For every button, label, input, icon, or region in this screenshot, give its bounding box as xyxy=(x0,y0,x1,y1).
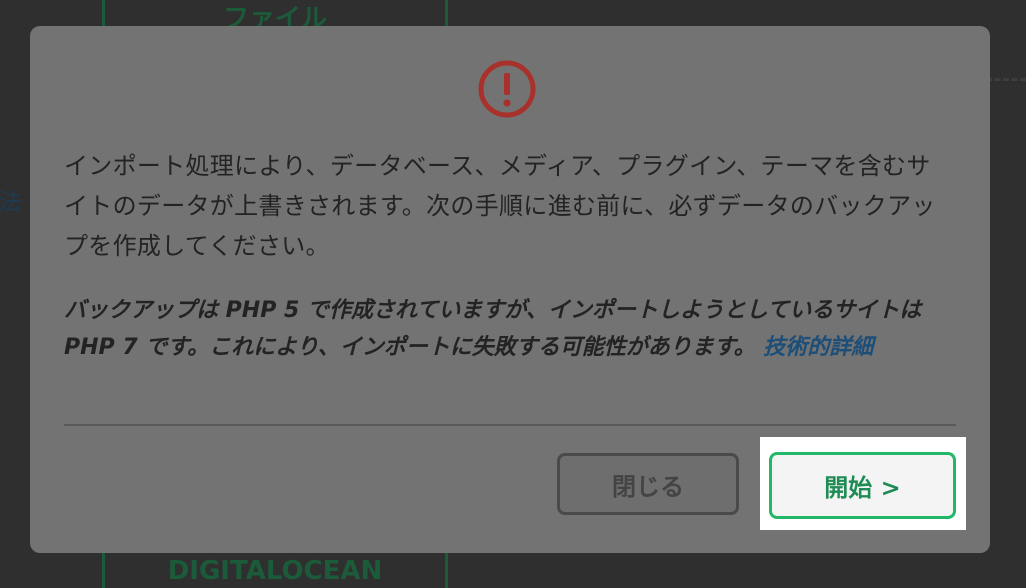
exclamation-circle-icon xyxy=(478,60,536,118)
technical-details-link[interactable]: 技術的詳細 xyxy=(763,335,873,360)
php-version-warning: バックアップは PHP 5 で作成されていますが、インポートしようとしているサイ… xyxy=(64,292,954,366)
background-card-digitalocean: DIGITALOCEAN xyxy=(102,548,448,588)
start-button[interactable]: 開始 > xyxy=(769,452,956,519)
background-divider xyxy=(986,78,1026,84)
close-button[interactable]: 閉じる xyxy=(557,453,739,515)
import-warning-dialog: インポート処理により、データベース、メディア、プラグイン、テーマを含むサイトのデ… xyxy=(30,26,990,553)
dialog-separator xyxy=(64,424,956,426)
overwrite-warning-message: インポート処理により、データベース、メディア、プラグイン、テーマを含むサイトのデ… xyxy=(64,152,936,260)
start-button-highlight: 開始 > xyxy=(760,437,966,530)
background-text-fragment: 法 xyxy=(0,188,22,216)
background-card-label: DIGITALOCEAN xyxy=(167,556,383,586)
